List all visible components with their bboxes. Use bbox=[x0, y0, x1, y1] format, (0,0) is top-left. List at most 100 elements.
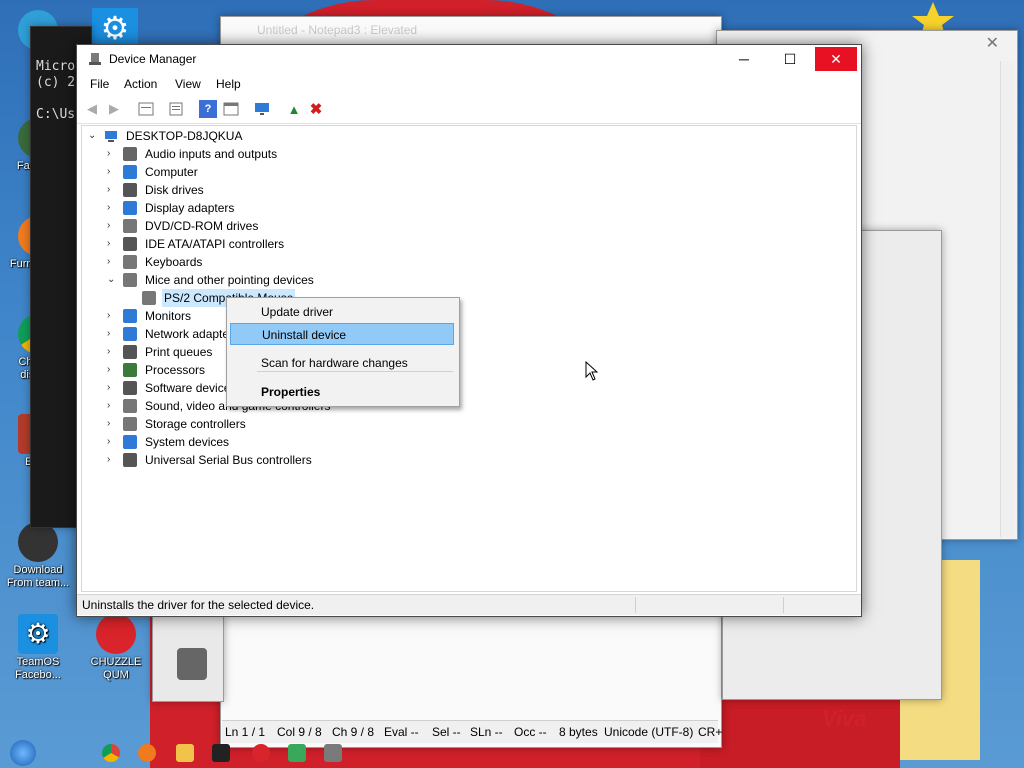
background-window-thumb bbox=[152, 615, 224, 702]
menu-file[interactable]: File bbox=[90, 77, 109, 91]
menu-action[interactable]: Action bbox=[124, 77, 157, 91]
expand-chevron-icon[interactable]: › bbox=[107, 163, 119, 181]
desktop-icon-download[interactable]: Download From team... bbox=[6, 522, 70, 590]
device-manager-window[interactable]: Device Manager ─ ☐ ✕ File Action View He… bbox=[76, 44, 862, 617]
console-line: (c) 2 bbox=[36, 75, 76, 90]
status-bar: Uninstalls the driver for the selected d… bbox=[77, 594, 861, 615]
taskbar bbox=[0, 738, 1024, 768]
notepad-icon[interactable] bbox=[288, 744, 306, 762]
expand-chevron-icon[interactable]: › bbox=[107, 433, 119, 451]
expand-chevron-icon[interactable]: › bbox=[107, 415, 119, 433]
disk-icon bbox=[123, 183, 137, 197]
scrollbar[interactable] bbox=[1000, 61, 1015, 537]
chrome-icon[interactable] bbox=[102, 744, 120, 762]
tree-item-label: Processors bbox=[145, 363, 206, 377]
monitor-icon[interactable] bbox=[253, 100, 271, 118]
device-manager-icon[interactable] bbox=[324, 744, 342, 762]
status-text: Uninstalls the driver for the selected d… bbox=[82, 598, 315, 612]
firefox-icon[interactable] bbox=[138, 744, 156, 762]
expand-chevron-icon[interactable]: › bbox=[107, 307, 119, 325]
expand-chevron-icon[interactable]: › bbox=[107, 181, 119, 199]
status-divider bbox=[783, 597, 784, 613]
printer-icon bbox=[123, 345, 137, 359]
monitor-icon bbox=[123, 309, 137, 323]
tree-item-label: System devices bbox=[145, 435, 230, 449]
context-menu[interactable]: Update driver Uninstall device Scan for … bbox=[226, 297, 460, 407]
close-button[interactable]: ✕ bbox=[815, 47, 857, 71]
chuzzle-icon[interactable] bbox=[252, 744, 270, 762]
expand-chevron-icon[interactable]: › bbox=[107, 361, 119, 379]
menu-properties[interactable]: Properties bbox=[230, 381, 454, 403]
storage-icon bbox=[123, 417, 137, 431]
expand-chevron-icon[interactable]: › bbox=[107, 235, 119, 253]
forward-icon[interactable]: ▶ bbox=[105, 100, 123, 118]
toolbar: ◀ ▶ ? ▲ ✖ bbox=[77, 95, 861, 124]
chuzzle-icon bbox=[96, 614, 136, 654]
desktop-icon-teamos[interactable]: ⚙ TeamOS Facebo... bbox=[6, 614, 70, 682]
update-driver-icon[interactable]: ▲ bbox=[285, 100, 303, 118]
title-bar[interactable]: Device Manager ─ ☐ ✕ bbox=[77, 45, 861, 73]
expand-chevron-icon[interactable]: › bbox=[107, 379, 119, 397]
device-tree[interactable]: ⌄ DESKTOP-D8JQKUA › Audio inputs and outp… bbox=[81, 125, 857, 592]
tree-item-label: Keyboards bbox=[145, 255, 203, 269]
status-eol: CR+ bbox=[698, 725, 723, 739]
console-line: Micro bbox=[36, 59, 76, 74]
properties-icon[interactable] bbox=[137, 100, 155, 118]
expand-chevron-icon[interactable]: › bbox=[107, 325, 119, 343]
status-ch: Ch 9 / 8 bbox=[332, 725, 375, 739]
status-sln: SLn -- bbox=[470, 725, 503, 739]
tree-item-label: Software devices bbox=[145, 381, 237, 395]
back-icon[interactable]: ◀ bbox=[83, 100, 101, 118]
desktop-icon-chuzzle[interactable]: CHUZZLE QUM bbox=[84, 614, 148, 682]
minimize-button[interactable]: ─ bbox=[723, 47, 765, 71]
gear-icon: ⚙ bbox=[18, 614, 58, 654]
collapse-chevron-icon[interactable]: ⌄ bbox=[88, 127, 100, 145]
device-manager-icon bbox=[89, 53, 101, 65]
console-icon[interactable] bbox=[212, 744, 230, 762]
status-sel: Sel -- bbox=[432, 725, 461, 739]
list-icon[interactable] bbox=[167, 100, 185, 118]
status-size: 8 bytes bbox=[559, 725, 598, 739]
expand-chevron-icon[interactable]: › bbox=[107, 397, 119, 415]
printer-icon bbox=[177, 648, 207, 680]
start-button[interactable] bbox=[10, 740, 36, 766]
expand-chevron-icon[interactable]: › bbox=[107, 451, 119, 469]
status-col: Col 9 / 8 bbox=[277, 725, 322, 739]
display-icon bbox=[123, 201, 137, 215]
status-eval: Eval -- bbox=[384, 725, 419, 739]
tree-item-label: Display adapters bbox=[145, 201, 235, 215]
expand-chevron-icon[interactable]: › bbox=[107, 145, 119, 163]
menu-view[interactable]: View bbox=[175, 77, 201, 91]
menu-uninstall-device[interactable]: Uninstall device bbox=[230, 323, 454, 345]
expand-chevron-icon[interactable]: › bbox=[107, 343, 119, 361]
tree-root-label: DESKTOP-D8JQKUA bbox=[126, 129, 243, 143]
expand-chevron-icon[interactable]: › bbox=[107, 253, 119, 271]
tree-item-label: Audio inputs and outputs bbox=[145, 147, 278, 161]
tree-item-label: Universal Serial Bus controllers bbox=[145, 453, 312, 467]
expand-chevron-icon[interactable]: › bbox=[107, 199, 119, 217]
folder-icon[interactable] bbox=[176, 744, 194, 762]
status-encoding: Unicode (UTF-8) bbox=[604, 725, 694, 739]
system-icon bbox=[123, 435, 137, 449]
mouse-icon bbox=[142, 291, 156, 305]
maximize-button[interactable]: ☐ bbox=[769, 47, 811, 71]
console-line: C:\Us bbox=[36, 107, 76, 122]
tree-item-label: Storage controllers bbox=[145, 417, 246, 431]
help-icon[interactable]: ? bbox=[199, 100, 217, 118]
status-line: Ln 1 / 1 bbox=[225, 725, 266, 739]
computer-icon bbox=[105, 131, 117, 142]
menu-label: Properties bbox=[261, 385, 321, 399]
collapse-chevron-icon[interactable]: ⌄ bbox=[107, 271, 119, 289]
expand-chevron-icon[interactable]: › bbox=[107, 217, 119, 235]
menu-label: Update driver bbox=[261, 305, 334, 319]
menu-label: Uninstall device bbox=[262, 328, 347, 342]
software-icon bbox=[123, 381, 137, 395]
download-icon bbox=[18, 522, 58, 562]
menu-update-driver[interactable]: Update driver bbox=[230, 301, 454, 323]
dvd-icon bbox=[123, 219, 137, 233]
view-icon[interactable] bbox=[222, 100, 240, 118]
uninstall-x-icon[interactable]: ✖ bbox=[307, 100, 325, 118]
close-icon[interactable]: ✕ bbox=[986, 33, 999, 53]
speaker-icon bbox=[123, 147, 137, 161]
menu-help[interactable]: Help bbox=[216, 77, 241, 91]
